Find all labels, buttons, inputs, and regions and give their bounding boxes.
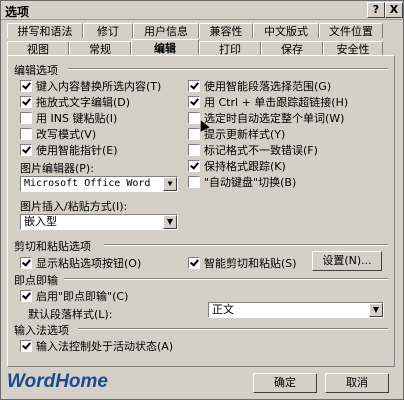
- checkbox-box[interactable]: [20, 80, 32, 92]
- checkbox-box[interactable]: [188, 160, 200, 172]
- checkbox-box[interactable]: [20, 144, 32, 156]
- wordhome-watermark: WordHome: [7, 371, 108, 392]
- dropdown-arrow-icon[interactable]: ▼: [163, 177, 177, 191]
- checkbox-enable-click-and-type[interactable]: 启用"即点即输"(C): [20, 288, 128, 304]
- tab-compatibility[interactable]: 兼容性: [199, 23, 253, 38]
- insert-paste-select[interactable]: 嵌入型 ▼: [20, 214, 178, 230]
- picture-editor-label: 图片编辑器(P):: [20, 162, 94, 175]
- section-click-and-type: 即点即输: [14, 274, 58, 287]
- tab-print[interactable]: 打印: [199, 41, 261, 56]
- checkbox-auto-select-word[interactable]: 选定时自动选定整个单词(W): [188, 110, 344, 126]
- tab-asian-typography[interactable]: 中文版式: [253, 23, 319, 38]
- tab-general[interactable]: 常规: [69, 41, 131, 56]
- checkbox-ime-control-active[interactable]: 输入法控制处于活动状态(A): [20, 338, 173, 354]
- section-editing-options: 编辑选项: [14, 64, 58, 77]
- checkbox-box[interactable]: [188, 128, 200, 140]
- insert-paste-label: 图片插入/粘贴方式(I):: [20, 200, 128, 213]
- checkbox-box[interactable]: [188, 96, 200, 108]
- checkbox-keep-track-formatting[interactable]: 保持格式跟踪(K): [188, 158, 286, 174]
- checkbox-overtype-mode[interactable]: 改写模式(V): [20, 126, 96, 142]
- checkbox-box[interactable]: [20, 290, 32, 302]
- close-button[interactable]: X: [385, 2, 403, 18]
- checkbox-box[interactable]: [20, 128, 32, 140]
- checkbox-box[interactable]: [20, 112, 32, 124]
- checkbox-smart-cut-paste[interactable]: 智能剪切和粘贴(S): [188, 255, 297, 271]
- dropdown-arrow-icon[interactable]: ▼: [163, 215, 177, 229]
- tab-row-1: 拼写和语法 修订 用户信息 兼容性 中文版式 文件位置: [7, 23, 383, 40]
- checkbox-typing-replaces-selection[interactable]: 键入内容替换所选内容(T): [20, 78, 161, 94]
- options-dialog: 选项 ? X 拼写和语法 修订 用户信息 兼容性 中文版式 文件位置 视图 常规…: [0, 0, 404, 400]
- checkbox-box[interactable]: [188, 80, 200, 92]
- divider: [104, 244, 388, 246]
- dropdown-arrow-icon[interactable]: ▼: [369, 303, 383, 317]
- checkbox-auto-keyboard[interactable]: "自动键盘"切换(B): [188, 174, 296, 190]
- checkbox-ins-key-paste[interactable]: 用 INS 键粘贴(I): [20, 110, 117, 126]
- checkbox-box[interactable]: [188, 176, 200, 188]
- section-cut-paste: 剪切和粘贴选项: [14, 240, 91, 253]
- divider: [64, 278, 388, 280]
- checkbox-ctrl-click-hyperlink[interactable]: 用 Ctrl + 单击跟踪超链接(H): [188, 94, 348, 110]
- default-paragraph-style-select[interactable]: 正文 ▼: [208, 302, 384, 318]
- tab-revisions[interactable]: 修订: [83, 23, 133, 38]
- tab-user-info[interactable]: 用户信息: [133, 23, 199, 38]
- cancel-button[interactable]: 取消: [325, 373, 389, 393]
- title-bar: 选项 ? X: [1, 1, 403, 20]
- tab-save[interactable]: 保存: [261, 41, 323, 56]
- picture-editor-select[interactable]: Microsoft Office Word ▼: [20, 176, 178, 192]
- checkbox-box[interactable]: [188, 144, 200, 156]
- divider: [78, 328, 388, 330]
- checkbox-drag-drop-editing[interactable]: 拖放式文字编辑(D): [20, 94, 130, 110]
- settings-button[interactable]: 设置(N)...: [312, 251, 382, 271]
- edit-panel: 编辑选项 键入内容替换所选内容(T) 拖放式文字编辑(D) 用 INS 键粘贴(…: [7, 55, 395, 367]
- checkbox-box[interactable]: [20, 340, 32, 352]
- section-ime-options: 输入法选项: [14, 324, 69, 337]
- tab-spelling-grammar[interactable]: 拼写和语法: [7, 23, 83, 38]
- checkbox-smart-paragraph-selection[interactable]: 使用智能段落选择范围(G): [188, 78, 331, 94]
- tab-security[interactable]: 安全性: [323, 41, 383, 56]
- checkbox-box[interactable]: [188, 257, 200, 269]
- default-paragraph-style-label: 默认段落样式(L):: [28, 308, 113, 321]
- dialog-title: 选项: [5, 5, 30, 19]
- checkbox-box[interactable]: [20, 96, 32, 108]
- tab-file-locations[interactable]: 文件位置: [319, 23, 383, 38]
- help-button[interactable]: ?: [367, 2, 385, 18]
- checkbox-mark-format-inconsistencies[interactable]: 标记格式不一致错误(F): [188, 142, 318, 158]
- checkbox-box[interactable]: [20, 257, 32, 269]
- checkbox-smart-cursoring[interactable]: 使用智能指针(E): [20, 142, 118, 158]
- checkbox-show-paste-options[interactable]: 显示粘贴选项按钮(O): [20, 255, 141, 271]
- divider: [68, 68, 388, 70]
- tab-view[interactable]: 视图: [7, 41, 69, 56]
- ok-button[interactable]: 确定: [253, 373, 317, 393]
